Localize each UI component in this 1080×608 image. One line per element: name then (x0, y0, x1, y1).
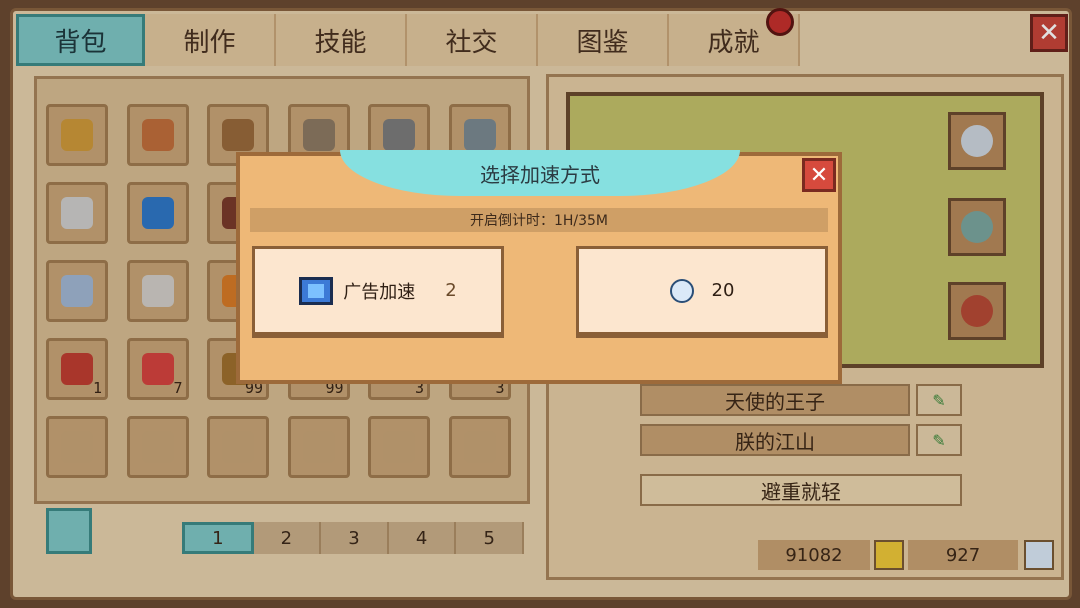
dialog-title: 选择加速方式 (340, 150, 740, 196)
ad-speedup-label: 广告加速 (343, 281, 416, 303)
film-icon (299, 276, 334, 305)
countdown-text: 开启倒计时：1H/35M (250, 208, 828, 232)
close-dialog-button[interactable]: ✕ (802, 158, 836, 192)
clock-icon (669, 278, 694, 303)
ad-speedup-button[interactable]: 广告加速 2 (252, 246, 504, 338)
gem-speedup-button[interactable]: 20 (576, 246, 828, 338)
ad-speedup-count: 2 (445, 280, 457, 301)
gem-speedup-cost: 20 (711, 280, 735, 301)
